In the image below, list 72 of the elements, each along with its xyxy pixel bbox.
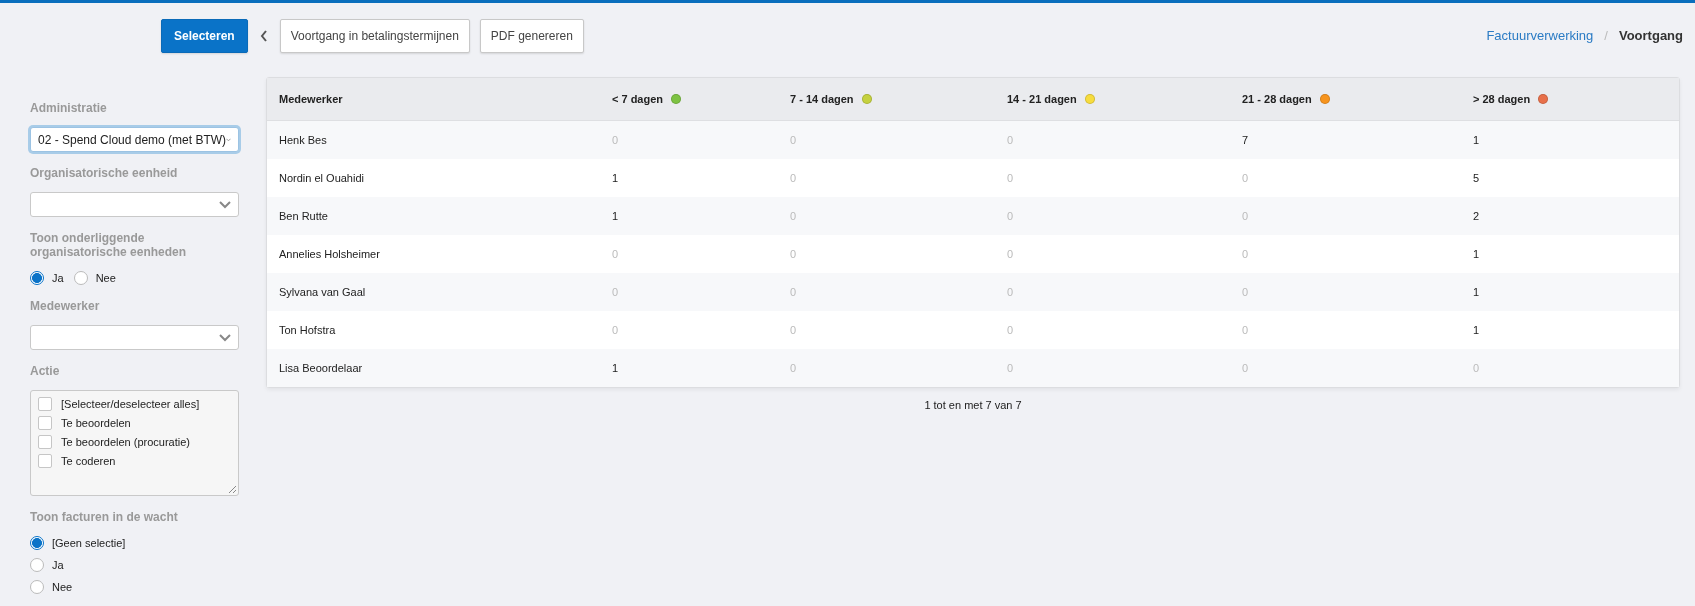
radio-button[interactable] [30,580,44,594]
column-header: Medewerker [279,93,343,105]
table-cell-text: 0 [789,324,798,336]
caret-icon [219,200,231,209]
checkbox-label: [Selecteer/deselecteer alles] [61,398,200,410]
column-header: 14 - 21 dagen [1007,93,1077,105]
table-cell-text: 0 [1006,172,1015,184]
field-label: Actie [30,364,61,378]
table-cell-text: 0 [789,248,798,260]
breadcrumb-separator: / [1604,28,1608,43]
table-cell-text: 1 [1472,248,1481,260]
checkbox[interactable] [38,454,52,468]
select-button[interactable]: Selecteren [161,18,248,53]
radio-button[interactable] [30,536,44,550]
checkbox-label: Te coderen [61,455,116,467]
radio-button[interactable] [30,558,44,572]
checkbox-label: Te beoordelen [61,417,131,429]
column-header: > 28 dagen [1473,93,1531,105]
table-cell-text: 1 [611,362,620,374]
field-label: Organisatorische eenheid [30,166,179,180]
toolbar-button[interactable]: Voortgang in betalingstermijnen [279,18,470,53]
table-cell-text: Annelies Holsheimer [278,248,381,260]
pagination-info: 1 tot en met 7 van 7 [923,399,1023,411]
column-header: 7 - 14 dagen [790,93,854,105]
breadcrumb-current: Voortgang [1618,28,1683,43]
table-cell-text: Ton Hofstra [278,324,337,336]
table-cell-text: Henk Bes [278,134,328,146]
dropdown-field[interactable] [30,325,239,350]
column-header: < 7 dagen [612,93,664,105]
checkbox[interactable] [38,397,52,411]
table-cell-text: 0 [611,248,620,260]
table-cell-text: 1 [1472,324,1481,336]
radio-button[interactable] [30,271,44,285]
toolbar-button[interactable]: PDF genereren [479,18,584,53]
checkbox[interactable] [38,435,52,449]
radio-label: Nee [95,272,116,284]
table-cell-text: Ben Rutte [278,210,329,222]
breadcrumb-link[interactable]: Factuurverwerking [1486,28,1594,43]
table-cell-text: 1 [611,210,620,222]
dropdown-field[interactable]: 02 - Spend Cloud demo (met BTW) [30,127,239,152]
table-cell-text: Lisa Beoordelaar [278,362,364,374]
table-cell-text: 2 [1472,210,1481,222]
field-label: Toon onderliggende organisatorische eenheden [30,231,188,259]
radio-label: [Geen selectie] [52,537,126,549]
table-cell-text: 5 [1472,172,1481,184]
column-header: 21 - 28 dagen [1242,93,1312,105]
resize-grip-icon [228,485,236,493]
caret-icon [219,333,231,342]
field-label: Administratie [30,101,108,115]
table-cell-text: 0 [1241,324,1250,336]
table-cell-text: Sylvana van Gaal [278,286,367,298]
field-label: Medewerker [30,299,101,313]
table-cell-text: 7 [1241,134,1250,146]
radio-label: Nee [52,581,73,593]
table-cell-text: 0 [789,172,798,184]
table-cell-text: 1 [611,172,620,184]
radio-label: Ja [52,559,64,571]
checkbox[interactable] [38,416,52,430]
dropdown-field[interactable] [30,192,239,217]
checkbox-label: Te beoordelen (procuratie) [61,436,191,448]
table-cell-text: 0 [1241,248,1250,260]
table-cell-text: Nordin el Ouahidi [278,172,365,184]
table-cell-text: 0 [1241,172,1250,184]
field-label: Toon facturen in de wacht [30,510,179,524]
table-cell-text: 1 [1472,134,1481,146]
chevron-left-icon [259,29,268,42]
table-cell-text: 0 [611,324,620,336]
radio-button[interactable] [73,271,88,285]
radio-label: Ja [52,272,64,284]
table-cell-text: 1 [1472,286,1481,298]
table-cell-text: 0 [1006,248,1015,260]
table-cell-text: 0 [1006,324,1015,336]
